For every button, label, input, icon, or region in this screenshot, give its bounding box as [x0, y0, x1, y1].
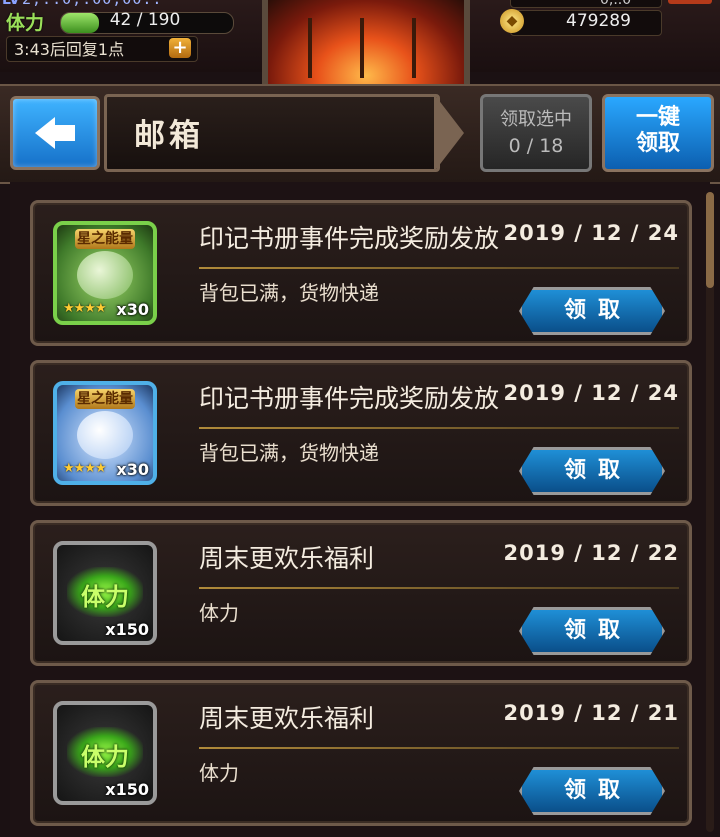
mail-item[interactable]: 星之能量 ★★★★ x30 印记书册事件完成奖励发放 2019 / 12 / 2…	[30, 360, 692, 506]
star-energy-icon[interactable]: 星之能量 ★★★★ x30	[53, 381, 157, 485]
stamina-item-icon[interactable]: 体力 x150	[53, 541, 157, 645]
claim-button[interactable]: 领取	[519, 287, 665, 335]
divider	[199, 267, 679, 269]
mail-date: 2019 / 12 / 24	[503, 381, 679, 405]
mail-title: 印记书册事件完成奖励发放	[199, 384, 500, 413]
claim-button[interactable]: 领取	[519, 447, 665, 495]
divider	[199, 587, 679, 589]
mail-title: 周末更欢乐福利	[199, 704, 375, 733]
back-button[interactable]	[10, 96, 100, 170]
currency-top-box	[510, 0, 662, 8]
mail-description: 背包已满，货物快递	[199, 281, 379, 305]
divider	[199, 747, 679, 749]
gold-amount: 479289	[566, 11, 631, 31]
stamina-label: 体力	[6, 12, 45, 34]
gold-coin-icon: ◆	[500, 9, 524, 33]
selected-count: 0 / 18	[508, 135, 564, 157]
creature-icon	[77, 251, 133, 299]
mail-description: 体力	[199, 601, 239, 625]
claim-button[interactable]: 领取	[519, 607, 665, 655]
mail-description: 背包已满，货物快递	[199, 441, 379, 465]
mail-item[interactable]: 星之能量 ★★★★ x30 印记书册事件完成奖励发放 2019 / 12 / 2…	[30, 200, 692, 346]
buy-stamina-button[interactable]: +	[169, 38, 191, 58]
stamina-item-icon[interactable]: 体力 x150	[53, 701, 157, 805]
level-tag: LV	[2, 0, 20, 8]
scrollbar[interactable]	[706, 192, 714, 832]
page-title: 邮箱	[134, 118, 204, 154]
creature-icon	[77, 411, 133, 459]
icon-banner: 星之能量	[75, 389, 135, 409]
icon-banner: 星之能量	[75, 229, 135, 249]
mail-date: 2019 / 12 / 24	[503, 221, 679, 245]
star-energy-icon[interactable]: 星之能量 ★★★★ x30	[53, 221, 157, 325]
mail-date: 2019 / 12 / 21	[503, 701, 679, 725]
currency-top-value: 0,..0	[600, 0, 632, 8]
divider	[199, 427, 679, 429]
reward-quantity: x150	[105, 780, 149, 799]
scrollbar-thumb[interactable]	[706, 192, 714, 288]
back-arrow-icon	[35, 117, 55, 149]
reward-quantity: x30	[116, 300, 149, 319]
exp-readout: 2,..0,.00,00..	[22, 0, 162, 8]
claim-selected-button[interactable]: 领取选中 0 / 18	[480, 94, 592, 172]
mail-title: 印记书册事件完成奖励发放	[199, 224, 500, 253]
claim-all-label-1: 一键	[635, 105, 680, 130]
stamina-icon-label: 体力	[81, 743, 129, 771]
claim-all-label-2: 领取	[635, 131, 680, 156]
mail-date: 2019 / 12 / 22	[503, 541, 679, 565]
stained-glass-window	[262, 0, 470, 88]
reward-quantity: x150	[105, 620, 149, 639]
mail-item[interactable]: 体力 x150 周末更欢乐福利 2019 / 12 / 22 体力 领取	[30, 520, 692, 666]
stamina-value: 42 / 190	[109, 10, 181, 30]
recover-timer: 3:43后回复1点	[14, 40, 125, 59]
rarity-stars: ★★★★	[63, 461, 107, 476]
claim-all-button[interactable]: 一键 领取	[602, 94, 714, 172]
claim-button[interactable]: 领取	[519, 767, 665, 815]
stamina-icon-label: 体力	[81, 583, 129, 611]
rarity-stars: ★★★★	[63, 301, 107, 316]
mail-item[interactable]: 体力 x150 周末更欢乐福利 2019 / 12 / 21 体力 领取	[30, 680, 692, 826]
mail-title: 周末更欢乐福利	[199, 544, 375, 573]
claim-selected-label: 领取选中	[500, 109, 572, 130]
reward-quantity: x30	[116, 460, 149, 479]
mail-description: 体力	[199, 761, 239, 785]
corner-button[interactable]	[668, 0, 712, 4]
